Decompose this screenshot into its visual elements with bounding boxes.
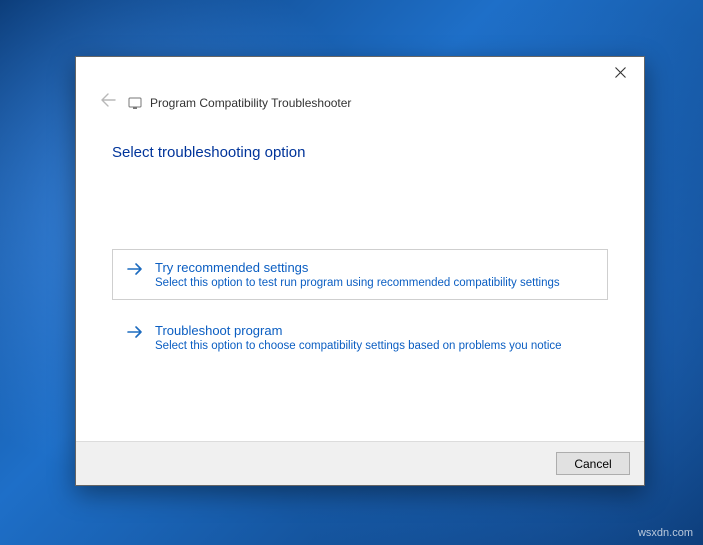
troubleshooter-window: Program Compatibility Troubleshooter Sel… (75, 56, 645, 486)
titlebar (76, 57, 644, 87)
option-title: Troubleshoot program (155, 323, 562, 338)
arrow-right-icon (127, 325, 143, 352)
back-arrow-icon[interactable] (96, 91, 120, 114)
option-title: Try recommended settings (155, 260, 560, 275)
option-try-recommended[interactable]: Try recommended settings Select this opt… (112, 249, 608, 300)
page-heading: Select troubleshooting option (112, 144, 608, 161)
troubleshooter-icon (128, 96, 142, 110)
option-troubleshoot-program[interactable]: Troubleshoot program Select this option … (112, 312, 608, 363)
option-description: Select this option to choose compatibili… (155, 340, 562, 352)
close-icon (615, 67, 626, 78)
wizard-footer: Cancel (76, 441, 644, 485)
option-text: Try recommended settings Select this opt… (155, 260, 560, 289)
wizard-content: Select troubleshooting option Try recomm… (76, 114, 644, 441)
option-text: Troubleshoot program Select this option … (155, 323, 562, 352)
watermark: wsxdn.com (638, 527, 693, 539)
arrow-right-icon (127, 262, 143, 289)
cancel-button[interactable]: Cancel (556, 452, 630, 475)
option-description: Select this option to test run program u… (155, 277, 560, 289)
close-button[interactable] (600, 59, 640, 85)
wizard-header: Program Compatibility Troubleshooter (76, 87, 644, 114)
wizard-title: Program Compatibility Troubleshooter (150, 96, 351, 110)
